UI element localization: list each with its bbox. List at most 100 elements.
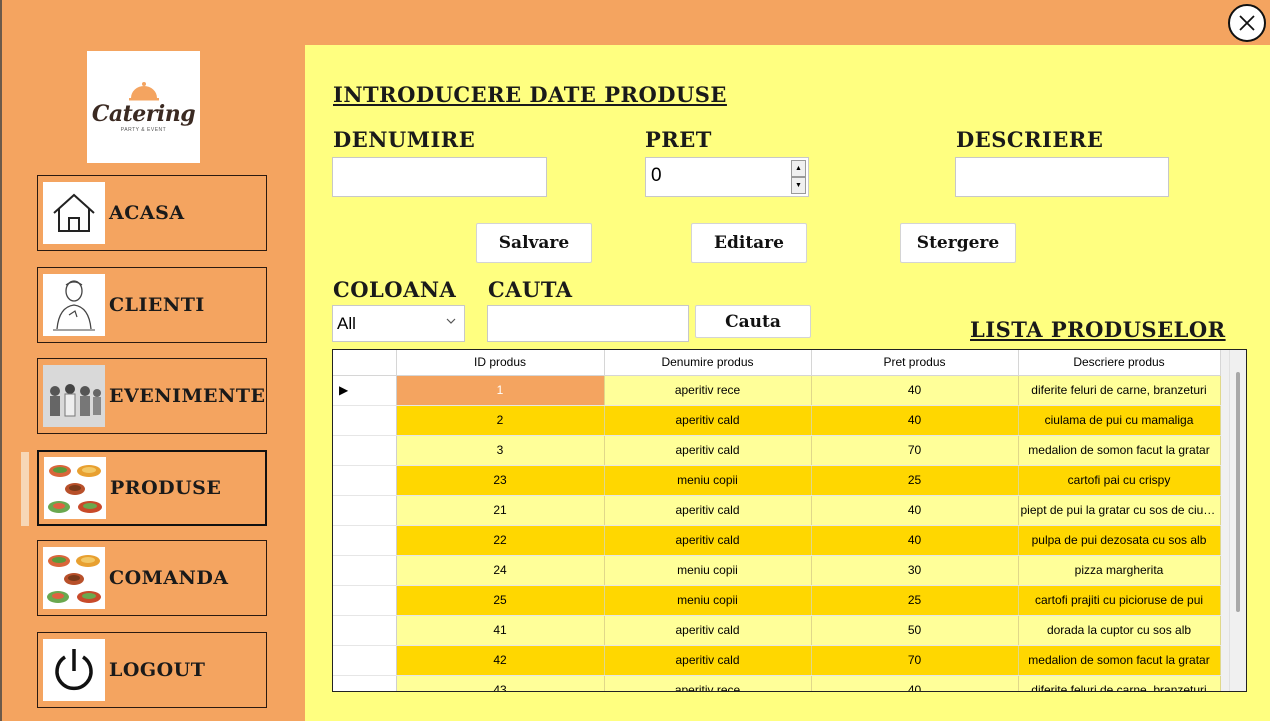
table-cell[interactable]: 40 — [811, 495, 1019, 526]
row-header[interactable] — [333, 615, 397, 646]
table-cell[interactable]: 43 — [396, 675, 605, 691]
table-row[interactable]: 22 aperitiv cald 40 pulpa de pui dezosata c… — [333, 525, 1221, 556]
sidebar-item-label: LOGOUT — [109, 659, 206, 681]
table-row[interactable]: 43 aperitiv rece 40 diferite feluri de carn… — [333, 675, 1221, 691]
table-cell[interactable]: 24 — [396, 555, 605, 586]
table-cell[interactable]: meniu copii — [604, 555, 812, 586]
scrollbar-thumb[interactable] — [1236, 372, 1240, 612]
vertical-scrollbar[interactable] — [1229, 350, 1246, 691]
table-cell[interactable]: 21 — [396, 495, 605, 526]
table-cell[interactable]: aperitiv cald — [604, 435, 812, 466]
table-cell[interactable]: cartofi prajiti cu picioruse de pui — [1018, 585, 1221, 616]
sidebar-item-clienti[interactable]: CLIENTI — [37, 267, 267, 343]
table-cell[interactable]: diferite feluri de carne, branzeturi — [1018, 675, 1221, 691]
save-button[interactable]: Salvare — [476, 223, 592, 263]
sidebar-item-acasa[interactable]: ACASA — [37, 175, 267, 251]
table-cell[interactable]: cartofi pai cu crispy — [1018, 465, 1221, 496]
table-row[interactable]: 24 meniu copii 30 pizza margherita — [333, 555, 1221, 586]
table-cell[interactable]: aperitiv cald — [604, 525, 812, 556]
row-header-corner — [333, 350, 397, 376]
row-header[interactable] — [333, 405, 397, 436]
sidebar-item-comanda[interactable]: COMANDA — [37, 540, 267, 616]
table-cell[interactable]: aperitiv cald — [604, 495, 812, 526]
client-icon — [43, 274, 105, 336]
table-cell[interactable]: 40 — [811, 375, 1019, 406]
row-header[interactable] — [333, 525, 397, 556]
edit-button[interactable]: Editare — [691, 223, 807, 263]
row-header[interactable]: ▶ — [333, 375, 397, 406]
column-header[interactable]: Pret produs — [811, 350, 1019, 376]
table-cell[interactable]: dorada la cuptor cu sos alb — [1018, 615, 1221, 646]
products-grid[interactable]: ID produs Denumire produs Pret produs De… — [332, 349, 1247, 692]
sidebar-item-evenimente[interactable]: EVENIMENTE — [37, 358, 267, 434]
sidebar-item-label: ACASA — [109, 202, 185, 224]
sidebar-item-label: COMANDA — [109, 567, 229, 589]
column-select[interactable]: All — [332, 305, 465, 342]
table-cell[interactable]: 50 — [811, 615, 1019, 646]
sidebar-item-logout[interactable]: LOGOUT — [37, 632, 267, 708]
table-cell[interactable]: 70 — [811, 645, 1019, 676]
table-cell[interactable]: 40 — [811, 405, 1019, 436]
table-cell[interactable]: 30 — [811, 555, 1019, 586]
table-row[interactable]: 2 aperitiv cald 40 ciulama de pui cu mamali… — [333, 405, 1221, 436]
table-row[interactable]: 23 meniu copii 25 cartofi pai cu crispy — [333, 465, 1221, 496]
descriere-input[interactable] — [955, 157, 1169, 197]
table-row[interactable]: 21 aperitiv cald 40 piept de pui la gratar … — [333, 495, 1221, 526]
row-header[interactable] — [333, 435, 397, 466]
table-cell[interactable]: 1 — [396, 375, 605, 406]
sidebar-item-produse[interactable]: PRODUSE — [37, 450, 267, 526]
row-header[interactable] — [333, 585, 397, 616]
logo-tagline: PARTY & EVENT — [120, 127, 167, 133]
table-cell[interactable]: 3 — [396, 435, 605, 466]
column-header[interactable]: ID produs — [396, 350, 605, 376]
table-cell[interactable]: 40 — [811, 675, 1019, 691]
close-button[interactable] — [1228, 4, 1266, 42]
table-cell[interactable]: diferite feluri de carne, branzeturi — [1018, 375, 1221, 406]
sidebar-item-label: EVENIMENTE — [109, 385, 266, 407]
table-cell[interactable]: 25 — [811, 465, 1019, 496]
table-cell[interactable]: 22 — [396, 525, 605, 556]
spin-down-icon[interactable]: ▼ — [791, 177, 806, 194]
table-cell[interactable]: meniu copii — [604, 585, 812, 616]
table-cell[interactable]: pizza margherita — [1018, 555, 1221, 586]
table-cell[interactable]: 2 — [396, 405, 605, 436]
row-header[interactable] — [333, 555, 397, 586]
table-cell[interactable]: aperitiv rece — [604, 675, 812, 691]
table-cell[interactable]: 40 — [811, 525, 1019, 556]
table-cell[interactable]: medalion de somon facut la gratar — [1018, 435, 1221, 466]
table-cell[interactable]: 25 — [811, 585, 1019, 616]
table-cell[interactable]: aperitiv rece — [604, 375, 812, 406]
food-icon — [44, 457, 106, 519]
table-row[interactable]: ▶ 1 aperitiv rece 40 diferite feluri de carn… — [333, 375, 1221, 406]
search-button[interactable]: Cauta — [695, 305, 811, 338]
table-cell[interactable]: aperitiv cald — [604, 615, 812, 646]
table-cell[interactable]: aperitiv cald — [604, 645, 812, 676]
table-cell[interactable]: meniu copii — [604, 465, 812, 496]
catering-logo: Catering PARTY & EVENT — [87, 51, 200, 163]
table-cell[interactable]: 70 — [811, 435, 1019, 466]
row-header[interactable] — [333, 645, 397, 676]
row-header[interactable] — [333, 495, 397, 526]
row-header[interactable] — [333, 675, 397, 691]
table-cell[interactable]: 42 — [396, 645, 605, 676]
table-cell[interactable]: 41 — [396, 615, 605, 646]
denumire-input[interactable] — [332, 157, 547, 197]
column-header[interactable]: Descriere produs — [1018, 350, 1221, 376]
row-header[interactable] — [333, 465, 397, 496]
table-cell[interactable]: 23 — [396, 465, 605, 496]
table-cell[interactable]: pulpa de pui dezosata cu sos alb — [1018, 525, 1221, 556]
delete-button[interactable]: Stergere — [900, 223, 1016, 263]
table-cell[interactable]: 25 — [396, 585, 605, 616]
table-cell[interactable]: aperitiv cald — [604, 405, 812, 436]
table-row[interactable]: 42 aperitiv cald 70 medalion de somon facut… — [333, 645, 1221, 676]
table-row[interactable]: 25 meniu copii 25 cartofi prajiti cu picior… — [333, 585, 1221, 616]
table-row[interactable]: 41 aperitiv cald 50 dorada la cuptor cu sos… — [333, 615, 1221, 646]
table-cell[interactable]: piept de pui la gratar cu sos de ciuperc… — [1018, 495, 1221, 526]
spin-up-icon[interactable]: ▲ — [791, 160, 806, 177]
search-input[interactable] — [487, 305, 689, 342]
column-header[interactable]: Denumire produs — [604, 350, 812, 376]
table-row[interactable]: 3 aperitiv cald 70 medalion de somon facut … — [333, 435, 1221, 466]
table-cell[interactable]: ciulama de pui cu mamaliga — [1018, 405, 1221, 436]
pret-stepper[interactable]: 0 ▲ ▼ — [645, 157, 809, 197]
table-cell[interactable]: medalion de somon facut la gratar — [1018, 645, 1221, 676]
